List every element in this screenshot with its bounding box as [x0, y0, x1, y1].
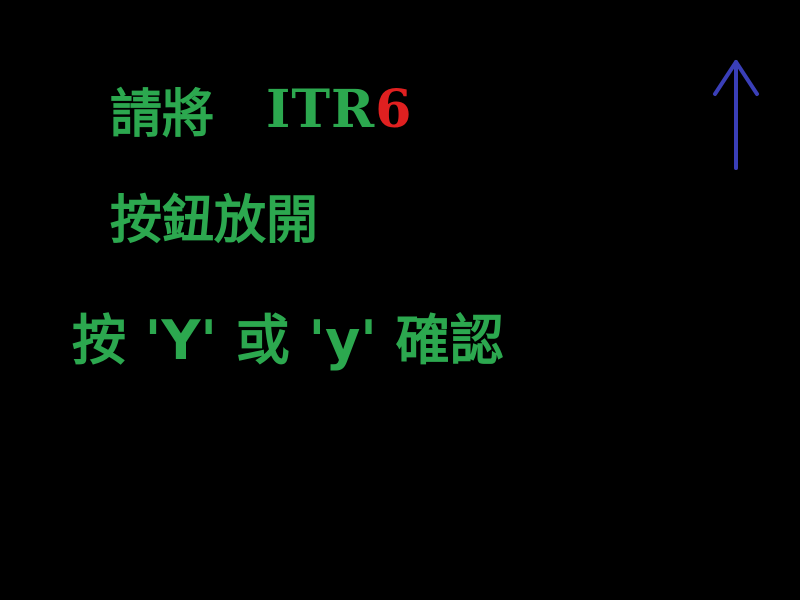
button-code: ITR [266, 78, 376, 140]
button-number: 6 [375, 78, 412, 140]
please-label: 請將 [110, 83, 215, 145]
release-instruction-line: 請將 ITR 6 [110, 74, 412, 145]
confirm-instruction: 按 'Y' 或 'y' 確認 [72, 308, 504, 372]
up-arrow-icon [713, 60, 759, 170]
release-button-text: 按鈕放開 [110, 190, 319, 251]
instruction-screen: 請將 ITR 6 按鈕放開 按 'Y' 或 'y' 確認 [0, 0, 800, 600]
